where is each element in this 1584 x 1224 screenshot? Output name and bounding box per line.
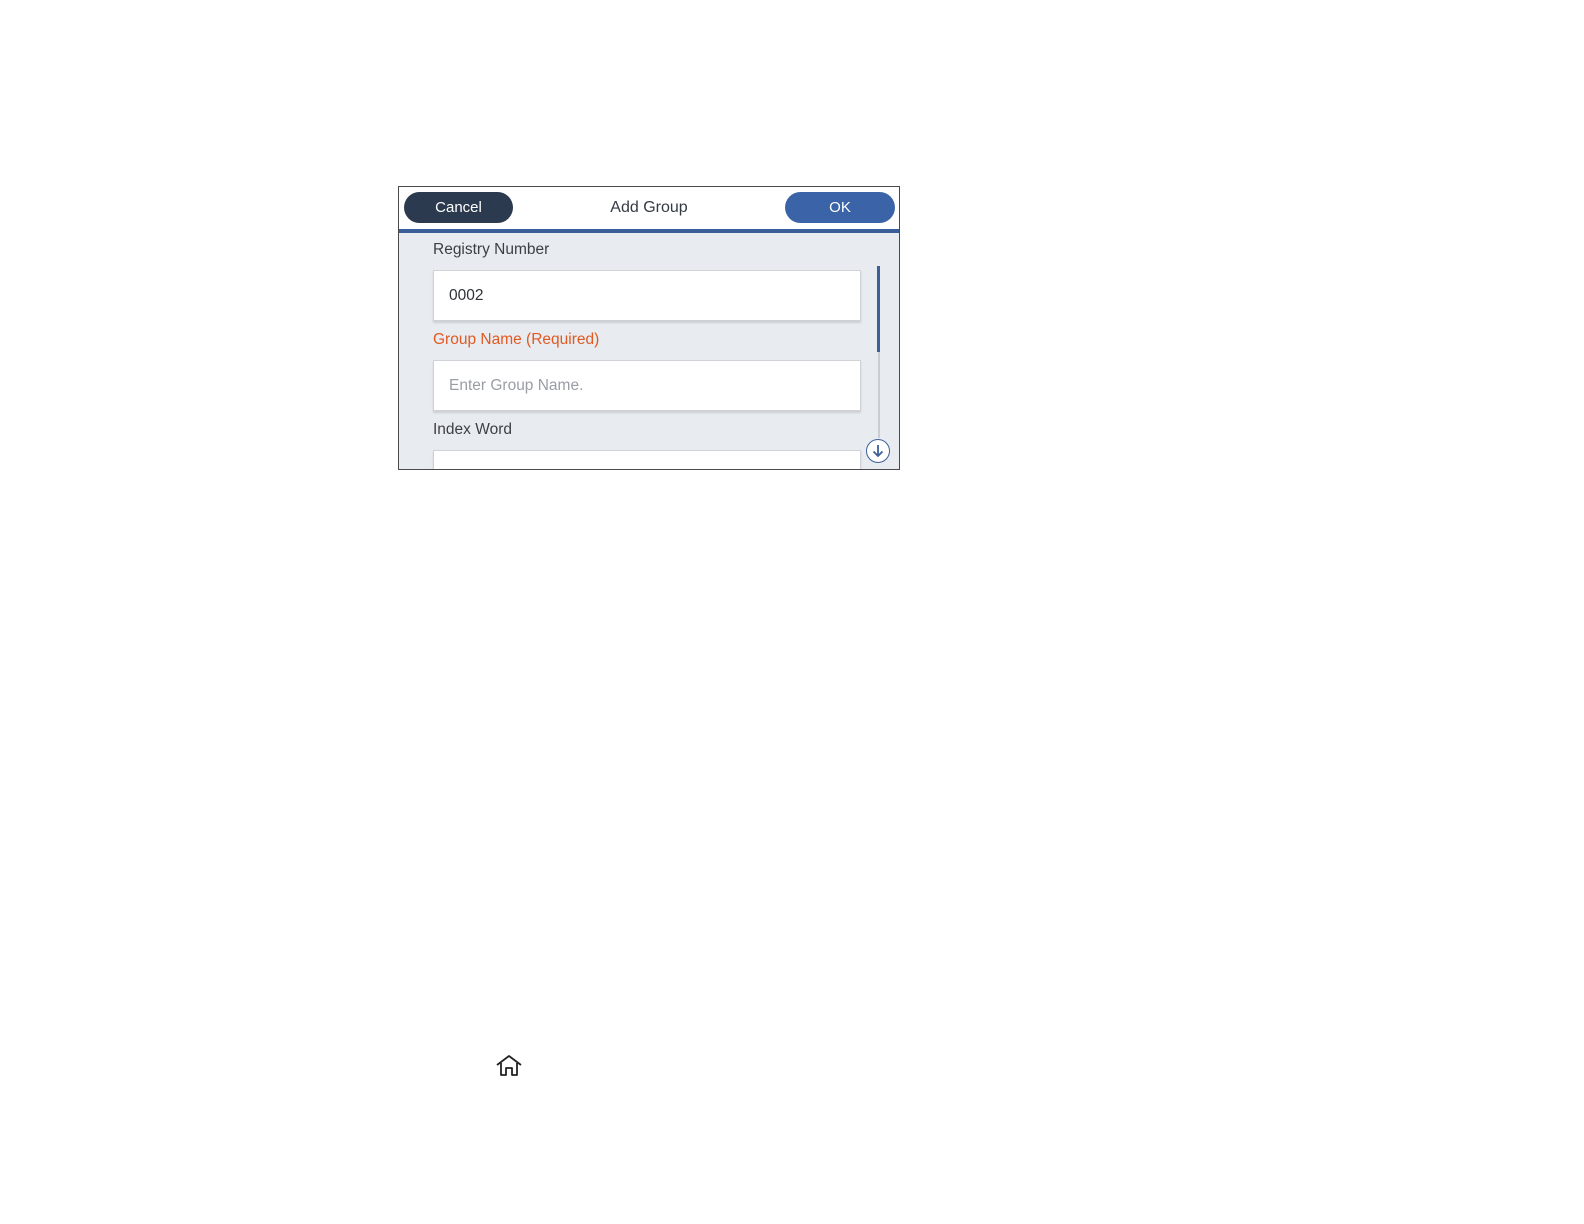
group-name-field[interactable]: Enter Group Name. xyxy=(433,360,861,411)
arrow-down-circle-icon xyxy=(872,445,884,458)
index-word-label: Index Word xyxy=(433,421,512,438)
registry-number-field[interactable]: 0002 xyxy=(433,270,861,321)
cancel-button[interactable]: Cancel xyxy=(404,192,513,223)
scroll-down-button[interactable] xyxy=(866,439,890,463)
index-word-field[interactable] xyxy=(433,450,861,469)
registry-number-label: Registry Number xyxy=(433,241,550,258)
screen-title: Add Group xyxy=(610,199,688,216)
ok-button[interactable]: OK xyxy=(785,192,895,223)
home-icon xyxy=(495,1054,523,1078)
top-bar: Cancel Add Group OK xyxy=(399,187,899,233)
group-name-label: Group Name (Required) xyxy=(433,331,600,348)
scrollbar-thumb[interactable] xyxy=(877,266,880,352)
add-group-screen: Cancel Add Group OK Registry Number 0002… xyxy=(398,186,900,470)
form-content: Registry Number 0002 Group Name (Require… xyxy=(399,233,899,469)
